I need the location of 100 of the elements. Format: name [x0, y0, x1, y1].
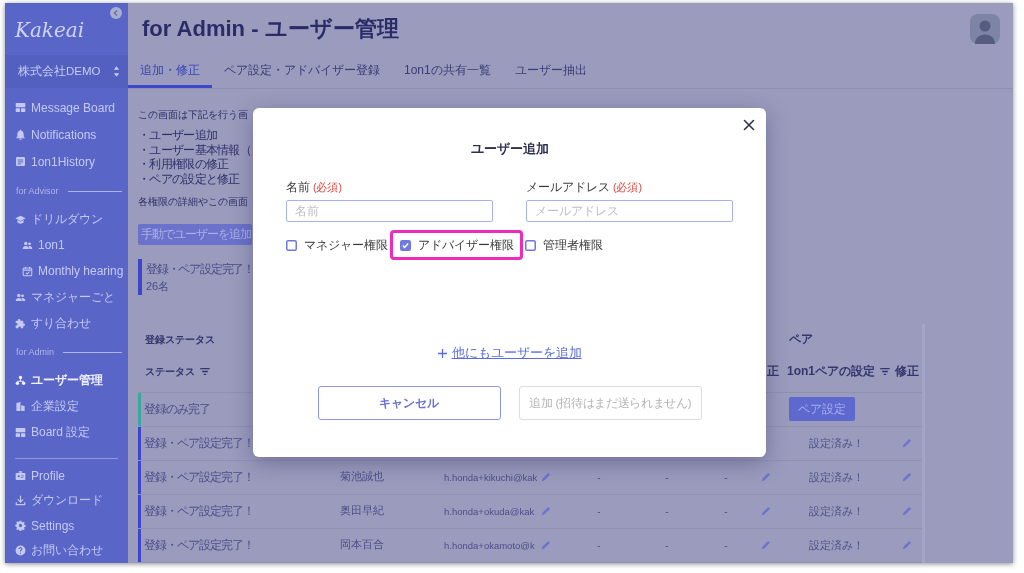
- nav-item[interactable]: 企業設定: [5, 393, 128, 419]
- field-label: メールアドレス: [526, 179, 610, 195]
- checkbox-label[interactable]: マネジャー権限: [304, 237, 388, 253]
- dialog-title: ユーザー追加: [470, 141, 549, 157]
- table-cell: -: [597, 539, 601, 551]
- table-cell: 設定済み！: [808, 503, 864, 519]
- table-cell: h.honda+kikuchi@kak: [444, 471, 538, 483]
- column-group-header: 登録ステータス: [145, 332, 215, 347]
- pencil-icon[interactable]: [541, 506, 551, 517]
- column-header: 正: [767, 363, 779, 381]
- nav-item[interactable]: マネジャーごと: [5, 284, 128, 310]
- pair-button[interactable]: ペア設定: [789, 397, 855, 422]
- intro-text: この画面は下記を行う画: [138, 108, 248, 122]
- calendar-icon: [22, 265, 33, 277]
- pencil-icon[interactable]: [902, 540, 912, 551]
- board-icon: [15, 426, 26, 438]
- table-cell: 登録・ペア設定完了！: [144, 469, 254, 485]
- add-more-link[interactable]: 他にもユーザーを追加: [437, 345, 582, 362]
- section-heading: for Admin: [16, 347, 55, 358]
- nav-item[interactable]: ユーザー管理: [5, 367, 128, 393]
- table-cell: 登録・ペア設定完了！: [144, 435, 254, 451]
- bullet-item: ・ユーザー基本情報（: [138, 142, 251, 158]
- chevron-left-icon[interactable]: [110, 7, 122, 19]
- column-header: 修正: [895, 363, 919, 381]
- checkbox-label[interactable]: 管理者権限: [543, 237, 603, 253]
- nav-item[interactable]: Profile: [5, 463, 128, 488]
- column-group-header: ペア: [789, 331, 813, 349]
- nav-item[interactable]: ダウンロード: [5, 488, 128, 513]
- pencil-icon[interactable]: [902, 472, 912, 483]
- pencil-icon[interactable]: [760, 540, 771, 551]
- nav-item[interactable]: Settings: [5, 513, 128, 538]
- checkbox[interactable]: [400, 239, 411, 251]
- table-cell: -: [724, 505, 728, 517]
- settings-icon: [15, 520, 26, 531]
- updown-icon: [113, 66, 120, 77]
- close-icon[interactable]: [743, 119, 755, 131]
- table-cell: -: [724, 539, 728, 551]
- required-note: (必須): [313, 180, 342, 195]
- input-field[interactable]: メールアドレス: [526, 200, 733, 222]
- pencil-icon[interactable]: [760, 472, 771, 483]
- puzzle-icon: [15, 317, 26, 329]
- pencil-icon[interactable]: [541, 540, 551, 551]
- table-cell: 設定済み！: [808, 469, 864, 485]
- id-card-icon: [15, 470, 26, 481]
- bullet-item: ・ペアの設定と修正: [138, 172, 240, 187]
- table-cell: -: [597, 505, 601, 517]
- required-note: (必須): [613, 180, 642, 195]
- pencil-icon[interactable]: [760, 506, 771, 517]
- table-cell: -: [665, 539, 669, 551]
- checkbox[interactable]: [286, 239, 297, 251]
- bell-icon: [15, 129, 26, 140]
- cap-icon: [15, 213, 26, 225]
- avatar-icon[interactable]: [970, 14, 1000, 44]
- cancel-button[interactable]: キャンセル: [317, 386, 501, 420]
- bullet-item: ・ユーザー追加: [138, 128, 218, 143]
- add-user-button[interactable]: 手動でユーザーを追加: [138, 223, 252, 245]
- table-cell: 設定済み！: [808, 435, 864, 451]
- tab[interactable]: 1on1の共有一覧: [392, 55, 503, 88]
- nav-item[interactable]: Board 設定: [5, 419, 128, 445]
- org-chart-icon: [15, 374, 26, 386]
- table-cell: h.honda+okuda@kak: [444, 505, 535, 517]
- note-icon: [15, 156, 26, 167]
- table-cell: -: [665, 471, 669, 483]
- pencil-icon[interactable]: [902, 506, 912, 517]
- tab[interactable]: ペア設定・アドバイザー登録: [212, 55, 392, 88]
- table-cell: h.honda+okamoto@k: [444, 539, 535, 551]
- nav-item[interactable]: Notifications: [5, 121, 128, 148]
- field-label: 名前: [286, 179, 310, 195]
- table-cell: -: [724, 471, 728, 483]
- summary-title: 登録・ペア設定完了！: [146, 261, 254, 277]
- pencil-icon[interactable]: [541, 472, 551, 483]
- table-cell: 登録のみ完了: [144, 401, 210, 417]
- checkbox-label[interactable]: アドバイザー権限: [418, 237, 514, 253]
- column-header: ステータス: [145, 364, 195, 379]
- people-icon: [22, 239, 33, 251]
- nav-item[interactable]: すり合わせ: [5, 310, 128, 336]
- filter-icon[interactable]: [880, 368, 890, 376]
- board-icon: [15, 102, 26, 113]
- checkbox[interactable]: [525, 239, 536, 251]
- nav-item[interactable]: Monthly hearing: [5, 258, 128, 284]
- nav-item[interactable]: Message Board: [5, 94, 128, 121]
- company-selector[interactable]: 株式会社DEMO: [5, 55, 128, 88]
- table-cell: 岡本百合: [340, 538, 384, 553]
- nav-item[interactable]: 1on1: [5, 232, 128, 258]
- table-cell: 登録・ペア設定完了！: [144, 537, 254, 553]
- logo: Kakeai: [15, 18, 85, 42]
- nav-item[interactable]: お問い合わせ: [5, 538, 128, 563]
- nav-item[interactable]: 1on1History: [5, 148, 128, 175]
- section-heading: for Advisor: [16, 186, 59, 197]
- filter-icon[interactable]: [200, 368, 210, 376]
- download-icon: [15, 495, 26, 506]
- nav-item[interactable]: ドリルダウン: [5, 206, 128, 232]
- pencil-icon[interactable]: [902, 438, 912, 449]
- tab[interactable]: 追加・修正: [128, 55, 212, 88]
- input-field[interactable]: 名前: [286, 200, 493, 222]
- tab[interactable]: ユーザー抽出: [502, 55, 599, 88]
- table-cell: -: [665, 505, 669, 517]
- table-cell: 奥田早紀: [340, 504, 384, 519]
- table-cell: 設定済み！: [808, 537, 864, 553]
- column-header: 1on1ペアの設定: [787, 363, 875, 381]
